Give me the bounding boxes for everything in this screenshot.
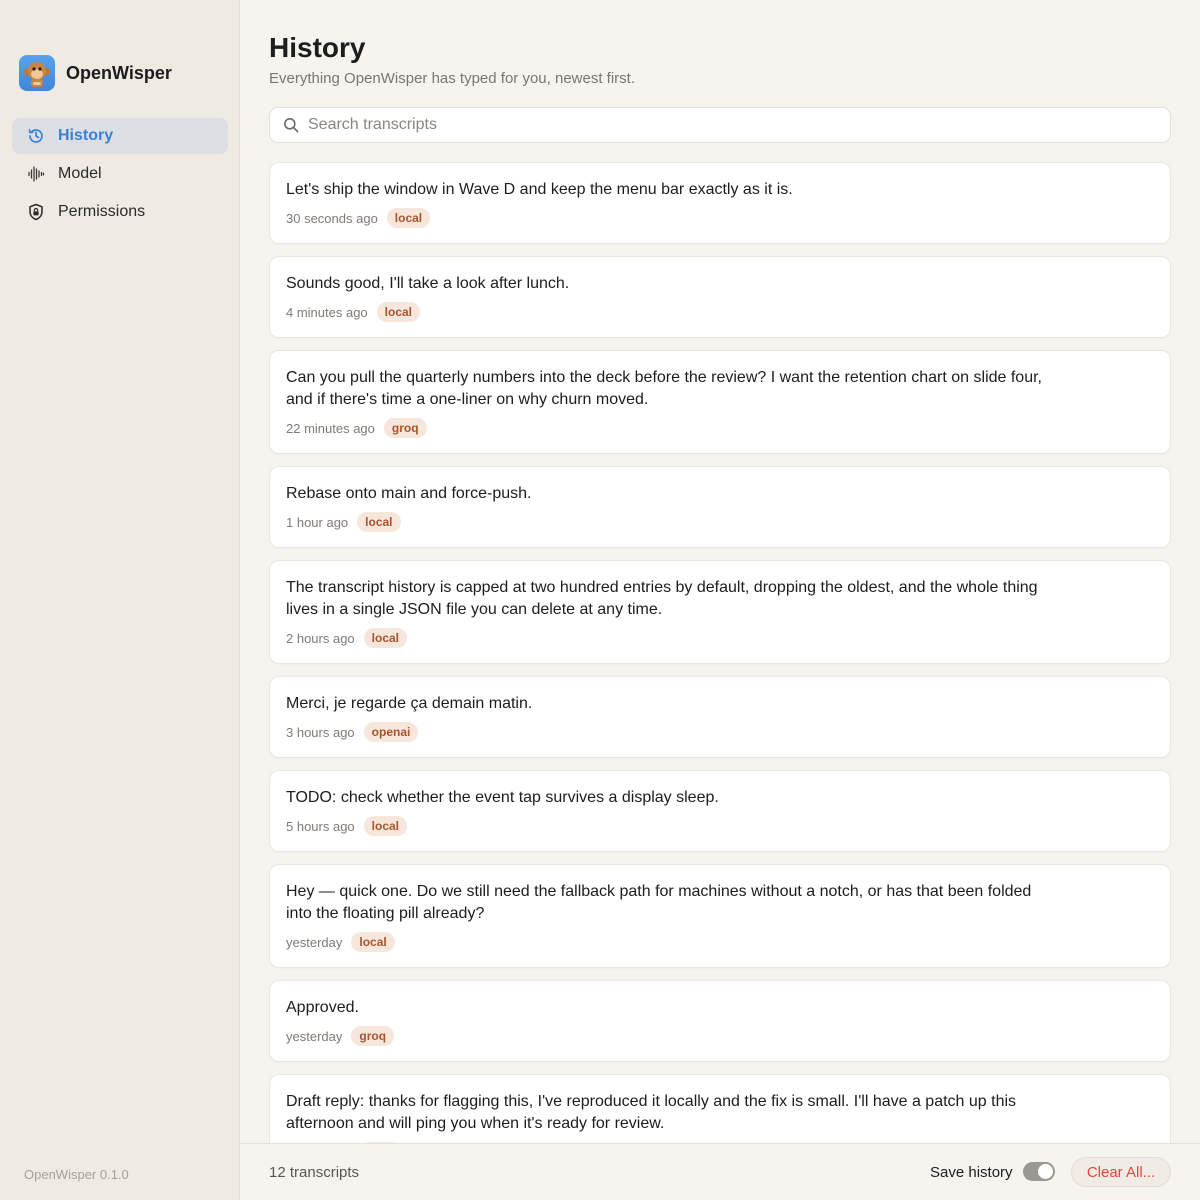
transcript-meta: 22 minutes ago groq [286,418,1154,438]
page-title: History [269,32,366,63]
transcript-text: Let's ship the window in Wave D and keep… [286,181,793,198]
clear-all-button[interactable]: Clear All... [1071,1157,1171,1187]
brand: OpenWisper [19,55,172,91]
source-badge: local [363,628,408,648]
transcript-card[interactable]: TODO: check whether the event tap surviv… [269,770,1171,852]
transcript-meta: 4 minutes ago local [286,302,1154,322]
sidebar-nav: History Model Permissions [12,118,228,232]
history-icon [26,126,46,146]
transcript-card[interactable]: Hey — quick one. Do we still need the fa… [269,864,1171,968]
source-badge: groq [383,418,427,438]
transcript-text: Hey — quick one. Do we still need the fa… [286,883,1032,922]
source-badge: local [351,932,395,952]
page-subtitle: Everything OpenWisper has typed for you,… [269,70,635,87]
transcript-text: Approved. [286,999,359,1016]
transcript-text: Rebase onto main and force-push. [286,485,532,502]
sidebar-item-history[interactable]: History [12,118,228,154]
transcript-text: Merci, je regarde ça demain matin. [286,695,533,712]
transcript-time: 5 hours ago [286,818,355,834]
transcript-card[interactable]: Can you pull the quarterly numbers into … [269,350,1171,454]
sidebar-item-label: Model [58,165,102,182]
transcript-time: 1 hour ago [286,514,349,530]
sidebar: OpenWisper History Model Permissions Ope… [0,0,240,1200]
save-history-label: Save history [930,1164,1013,1181]
sidebar-item-label: History [58,127,114,144]
search-bar [269,107,1171,143]
transcript-card[interactable]: Merci, je regarde ça demain matin. 3 hour… [269,676,1171,758]
source-badge: local [386,208,431,228]
transcript-list: Let's ship the window in Wave D and keep… [269,162,1171,1143]
source-badge: local [357,512,401,532]
source-badge: local [363,816,408,836]
transcript-card[interactable]: Draft reply: thanks for flagging this, I… [269,1074,1171,1143]
transcript-text: Sounds good, I'll take a look after lunc… [286,275,570,292]
waveform-icon [26,164,46,184]
transcript-meta: yesterday local [286,932,1154,952]
transcript-meta: 3 hours ago openai [286,722,1154,742]
transcript-meta: 2 hours ago local [286,628,1154,648]
sidebar-item-label: Permissions [58,203,146,220]
transcript-count: 12 transcripts [269,1164,360,1181]
save-history-toggle[interactable] [1023,1162,1055,1181]
source-badge: openai [363,722,419,742]
transcript-card[interactable]: Rebase onto main and force-push. 1 hour a… [269,466,1171,548]
sidebar-item-permissions[interactable]: Permissions [12,194,228,230]
transcript-card[interactable]: Sounds good, I'll take a look after lunc… [269,256,1171,338]
transcript-meta: 1 hour ago local [286,512,1154,532]
footer-bar: 12 transcripts Save history Clear All... [240,1143,1200,1200]
transcript-text: The transcript history is capped at two … [286,579,1038,618]
transcript-text: Can you pull the quarterly numbers into … [286,369,1042,408]
transcript-time: 3 hours ago [286,724,355,740]
transcript-time: yesterday [286,1028,343,1044]
app-name: OpenWisper [66,62,172,83]
source-badge: groq [351,1026,395,1046]
toggle-knob [1038,1164,1053,1179]
sidebar-item-model[interactable]: Model [12,156,228,192]
transcript-card[interactable]: Let's ship the window in Wave D and keep… [269,162,1171,244]
transcript-meta: 5 hours ago local [286,816,1154,836]
app-version: OpenWisper 0.1.0 [24,1167,129,1182]
transcript-time: 2 hours ago [286,630,355,646]
main-content: History Everything OpenWisper has typed … [240,0,1200,1200]
monkey-app-icon [19,55,55,91]
transcript-time: 4 minutes ago [286,304,368,320]
transcript-time: 30 seconds ago [286,210,378,226]
search-input[interactable] [308,116,1148,134]
transcript-card[interactable]: The transcript history is capped at two … [269,560,1171,664]
transcript-time: 22 minutes ago [286,420,375,436]
search-icon [282,116,300,134]
transcript-meta: yesterday groq [286,1026,1154,1046]
transcript-meta: 30 seconds ago local [286,208,1154,228]
transcript-text: Draft reply: thanks for flagging this, I… [286,1093,1017,1132]
transcript-text: TODO: check whether the event tap surviv… [286,789,719,806]
transcript-time: yesterday [286,934,343,950]
shield-icon [26,202,46,222]
source-badge: local [376,302,421,322]
transcript-card[interactable]: Approved. yesterday groq [269,980,1171,1062]
